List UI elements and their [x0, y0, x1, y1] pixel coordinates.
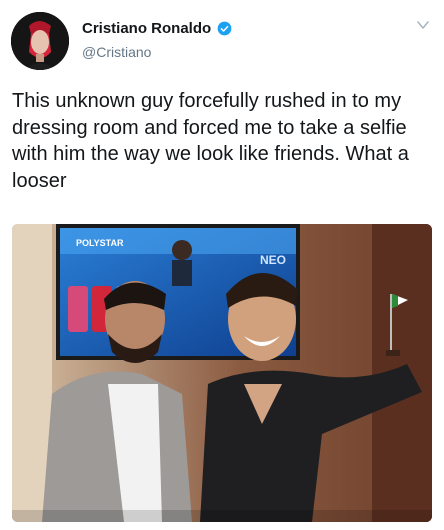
tweet-text: This unknown guy forcefully rushed in to…: [12, 90, 409, 192]
name-row: Cristiano Ronaldo: [82, 20, 232, 37]
tweet-photo[interactable]: POLYSTAR NEO: [12, 224, 432, 522]
handle[interactable]: @Cristiano: [82, 44, 151, 60]
tv-side-text: NEO: [260, 253, 286, 267]
avatar-image: [11, 12, 69, 70]
verified-badge-icon: [217, 21, 232, 36]
profile-avatar[interactable]: [11, 12, 69, 70]
selfie-photo-image: POLYSTAR NEO: [12, 224, 432, 522]
tv-logo-text: POLYSTAR: [76, 238, 124, 248]
tweet-card: Cristiano Ronaldo @Cristiano This unknow…: [0, 0, 444, 530]
chevron-down-icon[interactable]: [416, 18, 430, 32]
display-name[interactable]: Cristiano Ronaldo: [82, 20, 211, 37]
